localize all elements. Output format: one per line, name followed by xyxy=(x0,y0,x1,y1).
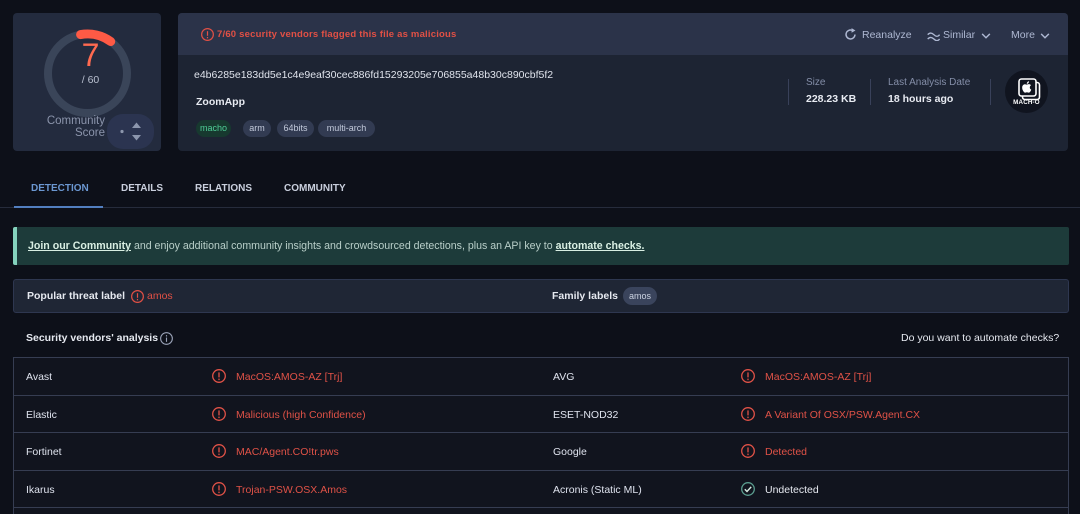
svg-text:MACH-O: MACH-O xyxy=(1013,99,1040,106)
